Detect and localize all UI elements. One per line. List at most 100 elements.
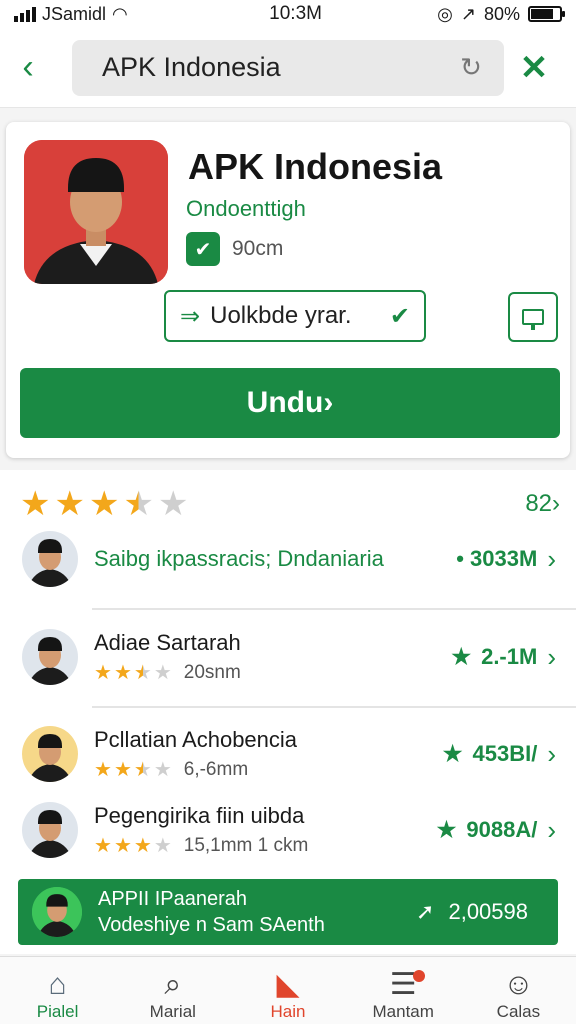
- promo-line-1: APPII IPaanerah: [98, 888, 247, 910]
- nav-item-home[interactable]: ⌂ Pialel: [0, 957, 115, 1024]
- verified-check-icon: ✔: [186, 232, 220, 266]
- nav-item-notifications[interactable]: ☰ Mantam: [346, 957, 461, 1024]
- avatar: [22, 629, 78, 685]
- document-icon: ☰: [390, 968, 425, 1002]
- status-bar: JSamidl ◠ 10:3M ◎ ↗ 80%: [0, 0, 576, 28]
- star-icon: ★: [54, 485, 85, 523]
- list-item[interactable]: Adiae Sartarah ★ ★ ★ ★ 20snm ★ 2.-1M ›: [0, 621, 576, 693]
- list-item-stars: ★ ★ ★ ★: [94, 663, 172, 683]
- divider: [92, 608, 576, 610]
- pin-icon: ➚: [416, 899, 435, 924]
- list-item-value-text: • 3033M: [456, 546, 538, 571]
- refresh-icon[interactable]: ↻: [456, 52, 486, 83]
- list-item[interactable]: Pegengirika fiin uibda ★ ★ ★ ★ 15,1mm 1 ckm ★ 9…: [0, 794, 576, 866]
- check-icon: ✔: [389, 302, 410, 330]
- list-item-value: ★ 453BI/ ›: [443, 739, 576, 770]
- star-icon: ★: [436, 817, 457, 842]
- report-button[interactable]: [508, 292, 558, 342]
- nav-label: Mantam: [372, 1002, 434, 1021]
- status-left: JSamidl ◠: [14, 4, 214, 25]
- nav-label: Calas: [496, 1002, 541, 1021]
- app-size: 90cm: [232, 237, 284, 260]
- status-time: 10:3M: [269, 3, 322, 24]
- list-item-value-text: 9088A/: [466, 817, 538, 842]
- battery-fill: [531, 9, 554, 19]
- list-item-value-text: 453BI/: [472, 741, 538, 766]
- verify-chip-label: Uolkbde yrar.: [210, 302, 352, 329]
- nav-item-search[interactable]: ⌕ Marial: [115, 957, 230, 1024]
- promo-line-2: Vodeshiye n Sam SAenth: [98, 914, 325, 936]
- carrier-label: JSamidl: [42, 3, 107, 24]
- close-button[interactable]: ✕: [504, 40, 564, 96]
- search-input[interactable]: APK Indonesia ↻: [72, 39, 504, 96]
- location-icon: ↗: [460, 3, 476, 24]
- bottom-nav: ⌂ Pialel ⌕ Marial ◣ Hain ☰ Mantam ☺ Cala…: [0, 956, 576, 1024]
- star-icon: ★: [113, 835, 132, 857]
- rating-stars: ★ ★ ★ ★ ★: [20, 487, 188, 521]
- app-developer[interactable]: Ondoenttigh: [186, 196, 306, 222]
- list-item-body: Pcllatian Achobencia ★ ★ ★ ★ 6,-6mm: [94, 727, 443, 781]
- star-icon: ★: [88, 485, 120, 523]
- promo-banner[interactable]: APPII IPaanerah Vodeshiye n Sam SAenth ➚…: [18, 879, 558, 945]
- star-icon: ★: [157, 485, 189, 523]
- star-icon: ★: [442, 741, 463, 766]
- person-avatar-icon: [24, 140, 168, 284]
- house-icon: ⌂: [48, 968, 67, 1001]
- star-icon: ★: [94, 662, 112, 684]
- battery-icon: [528, 6, 565, 22]
- avatar: [22, 531, 78, 587]
- install-button[interactable]: Undu›: [20, 368, 560, 438]
- battery-percent: 80%: [483, 3, 520, 24]
- app-card: APK Indonesia Ondoenttigh ✔ 90cm ⇒ Uolkb…: [6, 122, 570, 458]
- notification-badge: [412, 970, 425, 982]
- rating-row[interactable]: ★ ★ ★ ★ ★ 82›: [20, 484, 560, 524]
- nav-item-apps[interactable]: ◣ Hain: [230, 957, 345, 1024]
- signal-icon: [14, 6, 36, 22]
- chevron-right-icon: ›: [547, 814, 556, 845]
- list-item-sub: 20snm: [183, 662, 241, 683]
- star-icon: ★: [133, 662, 152, 684]
- rating-count[interactable]: 82›: [525, 490, 560, 518]
- apps-icon: ◣: [276, 968, 300, 1001]
- search-icon: ⌕: [164, 968, 182, 1001]
- alarm-icon: ◎: [437, 3, 453, 24]
- user-icon: ☺: [503, 968, 534, 1001]
- star-icon: ★: [113, 759, 132, 781]
- list-item-value: ★ 9088A/ ›: [437, 815, 576, 846]
- list-item-meta: ★ ★ ★ ★ 6,-6mm: [94, 759, 443, 781]
- list-item-stars: ★ ★ ★ ★: [94, 836, 172, 856]
- list-item-title: Adiae Sartarah: [94, 630, 241, 655]
- chevron-right-icon: ›: [547, 543, 556, 574]
- star-icon: ★: [451, 644, 472, 669]
- list-item-value-text: 2.-1M: [481, 644, 538, 669]
- verify-chip[interactable]: ⇒ Uolkbde yrar. ✔: [164, 290, 426, 342]
- list-item[interactable]: Saibg ikpassracis; Dndaniaria • 3033M ›: [0, 523, 576, 595]
- nav-item-account[interactable]: ☺ Calas: [461, 957, 576, 1024]
- avatar: [22, 802, 78, 858]
- list-item-value: ★ 2.-1M ›: [451, 642, 576, 673]
- promo-right: ➚ 2,00598: [416, 899, 558, 925]
- person-avatar-icon: [22, 802, 78, 858]
- star-icon: ★: [123, 485, 154, 523]
- person-avatar-icon: [22, 726, 78, 782]
- chevron-right-icon: ›: [547, 738, 556, 769]
- nav-label: Hain: [270, 1002, 306, 1021]
- top-bar: ‹ APK Indonesia ↻ ✕: [0, 28, 576, 108]
- star-icon: ★: [153, 759, 172, 781]
- list-item[interactable]: Pcllatian Achobencia ★ ★ ★ ★ 6,-6mm ★ 453BI/ ›: [0, 718, 576, 790]
- search-query[interactable]: APK Indonesia: [102, 52, 456, 83]
- list-item-meta: ★ ★ ★ ★ 20snm: [94, 662, 451, 684]
- verified-row: ✔ 90cm: [186, 232, 283, 266]
- wifi-icon: ◠: [112, 3, 128, 24]
- list-item-title: Pcllatian Achobencia: [94, 727, 298, 752]
- nav-label: Marial: [149, 1002, 196, 1021]
- person-avatar-icon: [22, 531, 78, 587]
- star-icon: ★: [94, 759, 112, 781]
- divider: [92, 706, 576, 708]
- promo-value: 2,00598: [448, 899, 528, 924]
- screen-icon: [522, 309, 544, 330]
- app-icon[interactable]: [24, 140, 168, 284]
- avatar: [22, 726, 78, 782]
- back-button[interactable]: ‹: [0, 40, 56, 96]
- star-icon: ★: [153, 835, 172, 857]
